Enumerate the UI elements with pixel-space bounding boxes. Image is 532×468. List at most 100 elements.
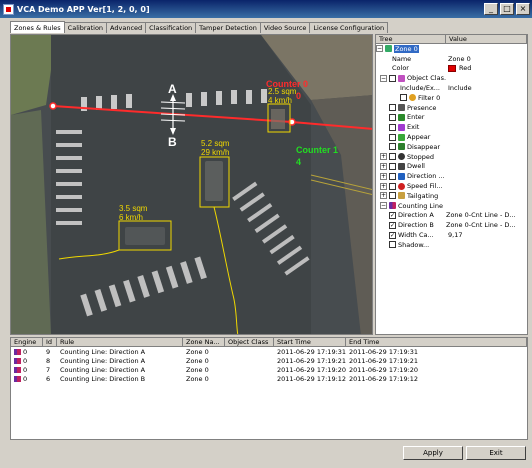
checkbox[interactable] xyxy=(389,172,396,180)
include-exclude-value[interactable]: Include xyxy=(446,84,527,92)
checkbox[interactable] xyxy=(389,133,396,141)
expand-icon[interactable]: + xyxy=(380,182,387,190)
tab-advanced[interactable]: Advanced xyxy=(106,22,147,33)
column-start-time[interactable]: Start Time xyxy=(274,338,346,346)
column-rule[interactable]: Rule xyxy=(57,338,183,346)
tab-license-configuration[interactable]: License Configuration xyxy=(309,22,389,33)
apply-button[interactable]: Apply xyxy=(403,446,463,460)
column-id[interactable]: Id xyxy=(43,338,57,346)
tree-row-filter[interactable]: Filter 0 xyxy=(376,93,527,103)
exit-button[interactable]: Exit xyxy=(466,446,526,460)
event-rule: Counting Line: Direction A xyxy=(60,365,146,374)
tree-row-shadow[interactable]: Shadow... xyxy=(376,240,527,250)
direction-b-value[interactable]: Zone 0-Cnt Line - D... xyxy=(446,221,527,229)
close-button[interactable]: × xyxy=(516,3,530,15)
checkbox[interactable] xyxy=(389,153,396,161)
event-row[interactable]: 0 8 Counting Line: Direction A Zone 0 20… xyxy=(11,356,527,365)
maximize-button[interactable]: □ xyxy=(500,3,514,15)
tree-row-direction-a[interactable]: ✓ Direction A Zone 0-Cnt Line - D... xyxy=(376,211,527,221)
zone-name-value[interactable]: Zone 0 xyxy=(446,55,527,63)
counter-1-value: 4 xyxy=(296,157,301,167)
video-view[interactable]: A B Counter 0 0 Counter 1 4 2.5 sqm 4 km… xyxy=(10,34,373,335)
event-list[interactable]: Engine Id Rule Zone Na... Object Class S… xyxy=(10,337,528,440)
tree-row-include-exclude[interactable]: Include/Ex... Include xyxy=(376,83,527,93)
direction-a-value[interactable]: Zone 0-Cnt Line - D... xyxy=(446,211,527,219)
tree-row-label: Filter 0 xyxy=(418,93,441,102)
tree-row-enter[interactable]: Enter xyxy=(376,113,527,123)
object-2-area: 5.2 sqm xyxy=(201,139,230,148)
checkbox[interactable] xyxy=(389,143,396,151)
window-title: VCA Demo APP Ver[1, 2, 0, 0] xyxy=(17,4,150,14)
tab-tamper-detection[interactable]: Tamper Detection xyxy=(195,22,261,33)
expand-icon[interactable]: + xyxy=(380,192,387,200)
tree-row-label: Width Ca... xyxy=(398,231,434,240)
counting-line-icon xyxy=(14,366,21,373)
tree-header-value[interactable]: Value xyxy=(446,35,527,43)
tree-row-label: Direction B xyxy=(398,221,434,230)
tree-row-counting-line[interactable]: − Counting Line xyxy=(376,201,527,211)
expand-icon[interactable]: + xyxy=(380,162,387,170)
checkbox[interactable] xyxy=(389,192,396,200)
tab-video-source[interactable]: Video Source xyxy=(259,22,311,33)
tree-row-zone[interactable]: − Zone 0 xyxy=(376,44,527,54)
object-3-area: 3.5 sqm xyxy=(119,204,148,213)
event-rule: Counting Line: Direction A xyxy=(60,347,146,356)
minimize-button[interactable]: _ xyxy=(484,3,498,15)
event-row[interactable]: 0 6 Counting Line: Direction B Zone 0 20… xyxy=(11,374,527,383)
tree-row-dwell[interactable]: + Dwell xyxy=(376,162,527,172)
event-engine: 0 xyxy=(23,365,28,374)
column-object-class[interactable]: Object Class xyxy=(225,338,274,346)
tree-header-tree[interactable]: Tree xyxy=(376,35,446,43)
checkbox[interactable] xyxy=(389,113,396,121)
checkbox[interactable] xyxy=(389,123,396,131)
checkbox[interactable] xyxy=(389,104,396,112)
checkbox[interactable] xyxy=(389,162,396,170)
checkbox[interactable] xyxy=(400,94,407,102)
tree-row-disappear[interactable]: Disappear xyxy=(376,142,527,152)
property-tree[interactable]: Tree Value − Zone 0 Name Zone 0 Color Red… xyxy=(375,34,528,335)
tree-row-stopped[interactable]: + Stopped xyxy=(376,152,527,162)
checkbox[interactable] xyxy=(389,74,396,82)
width-calibration-value[interactable]: 9,17 xyxy=(446,231,527,239)
column-end-time[interactable]: End Time xyxy=(346,338,527,346)
tree-row-presence[interactable]: Presence xyxy=(376,103,527,113)
collapse-icon[interactable]: − xyxy=(380,74,387,82)
tree-row-width-calibration[interactable]: ✓ Width Ca... 9,17 xyxy=(376,230,527,240)
tab-zones-rules[interactable]: Zones & Rules xyxy=(10,21,65,33)
checkbox-checked[interactable]: ✓ xyxy=(389,221,396,229)
zone-color-value[interactable]: Red xyxy=(459,64,471,72)
event-row[interactable]: 0 9 Counting Line: Direction A Zone 0 20… xyxy=(11,347,527,356)
tree-row-object-class[interactable]: − Object Clas... xyxy=(376,73,527,83)
event-start-time: 2011-06-29 17:19:21 xyxy=(277,356,346,365)
event-end-time: 2011-06-29 17:19:31 xyxy=(349,347,419,356)
tree-row-speed-filter[interactable]: + Speed Fil... xyxy=(376,181,527,191)
tree-row-label: Object Clas... xyxy=(407,74,446,83)
collapse-icon[interactable]: − xyxy=(376,45,383,53)
tree-row-color[interactable]: Color Red xyxy=(376,64,527,74)
tree-row-name[interactable]: Name Zone 0 xyxy=(376,54,527,64)
disappear-icon xyxy=(398,143,405,151)
column-engine[interactable]: Engine xyxy=(11,338,43,346)
event-row[interactable]: 0 7 Counting Line: Direction A Zone 0 20… xyxy=(11,365,527,374)
checkbox-checked[interactable]: ✓ xyxy=(389,231,396,239)
tree-row-tailgating[interactable]: + Tailgating xyxy=(376,191,527,201)
collapse-icon[interactable]: − xyxy=(380,202,387,210)
tailgating-icon xyxy=(398,192,405,200)
expand-icon[interactable]: + xyxy=(380,153,387,161)
tab-classification[interactable]: Classification xyxy=(145,22,197,33)
tree-row-direction-b[interactable]: ✓ Direction B Zone 0-Cnt Line - D... xyxy=(376,220,527,230)
checkbox-checked[interactable]: ✓ xyxy=(389,211,396,219)
tree-row-exit[interactable]: Exit xyxy=(376,122,527,132)
tree-row-label: Name xyxy=(392,54,412,63)
checkbox[interactable] xyxy=(389,241,396,249)
tree-row-direction[interactable]: + Direction ... xyxy=(376,171,527,181)
checkbox[interactable] xyxy=(389,182,396,190)
tree-header: Tree Value xyxy=(376,35,527,44)
column-zone-name[interactable]: Zone Na... xyxy=(183,338,225,346)
tree-row-appear[interactable]: Appear xyxy=(376,132,527,142)
expand-icon[interactable]: + xyxy=(380,172,387,180)
tree-row-label: Presence xyxy=(407,103,437,112)
tab-calibration[interactable]: Calibration xyxy=(63,22,108,33)
tree-row-label: Tailgating xyxy=(407,191,439,200)
counting-line-start-handle[interactable] xyxy=(49,102,57,110)
